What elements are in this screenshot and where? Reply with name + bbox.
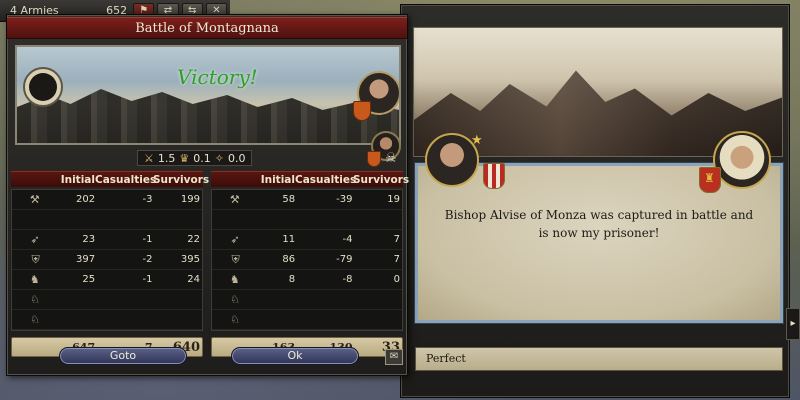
stat-c-value: 0.0 bbox=[227, 151, 246, 165]
defender-table-header: Initial Casualties Survivors bbox=[211, 171, 410, 187]
header-survivors: Survivors bbox=[153, 174, 210, 186]
side-tab-button[interactable]: ▸ bbox=[786, 308, 800, 340]
event-window: Bishop Alvise of Monza was captured in b… bbox=[400, 4, 790, 398]
pikemen-icon: ♞ bbox=[229, 273, 240, 286]
horse-archer-icon: ♘ bbox=[230, 293, 240, 306]
commander-coat-of-arms-icon[interactable] bbox=[353, 101, 371, 121]
table-row: ♞ 25 -1 24 bbox=[12, 270, 202, 290]
table-row bbox=[12, 210, 202, 230]
soldier-silhouettes bbox=[17, 89, 399, 143]
header-initial: Initial bbox=[60, 174, 95, 186]
skull-icon: ☠ bbox=[385, 151, 397, 166]
archer-icon: ➶ bbox=[30, 233, 40, 246]
event-parchment: Bishop Alvise of Monza was captured in b… bbox=[415, 163, 783, 323]
header-casualties: Casualties bbox=[295, 174, 357, 186]
pikemen-icon: ♞ bbox=[29, 273, 40, 286]
knight-icon: ♘ bbox=[230, 313, 240, 326]
crossed-swords-icon: ⚔ bbox=[144, 151, 154, 165]
table-row: ♘ bbox=[212, 290, 402, 310]
attacker-table: Initial Casualties Survivors ⚒ 202 -3 19… bbox=[11, 171, 210, 357]
battle-scene: Victory! bbox=[15, 45, 401, 145]
light-infantry-icon: ⚒ bbox=[29, 193, 40, 206]
captor-coat-of-arms-icon[interactable] bbox=[483, 163, 505, 189]
ok-button[interactable]: Ok bbox=[231, 347, 359, 365]
battle-window: Battle of Montagnana Victory! ☠ ⚔ 1.5 ♛ … bbox=[6, 14, 410, 376]
enemy-coat-of-arms-icon[interactable] bbox=[367, 151, 381, 167]
heavy-infantry-icon: ⛨ bbox=[31, 252, 40, 266]
defender-table: Initial Casualties Survivors ⚒ 58 -39 19… bbox=[211, 171, 410, 357]
horse-archer-icon: ♘ bbox=[30, 293, 40, 306]
prisoner-bishop-portrait[interactable] bbox=[713, 131, 771, 189]
attacker-table-header: Initial Casualties Survivors bbox=[11, 171, 210, 187]
table-row: ⛨ 397 -2 395 bbox=[12, 250, 202, 270]
crown-icon: ♛ bbox=[179, 151, 190, 165]
battle-stats: ⚔ 1.5 ♛ 0.1 ✧ 0.0 bbox=[137, 150, 253, 166]
light-infantry-icon: ⚒ bbox=[229, 193, 240, 206]
table-row: ⚒ 58 -39 19 bbox=[212, 190, 402, 210]
battle-title: Battle of Montagnana bbox=[7, 17, 407, 39]
header-survivors: Survivors bbox=[353, 174, 410, 186]
table-row: ➶ 11 -4 7 bbox=[212, 230, 402, 250]
event-description: Bishop Alvise of Monza was captured in b… bbox=[444, 208, 754, 240]
header-initial: Initial bbox=[260, 174, 295, 186]
attacker-table-body: ⚒ 202 -3 199 ➶ 23 -1 22 ⛨ 397 -2 395 ♞ 2… bbox=[11, 189, 203, 331]
archer-icon: ➶ bbox=[230, 233, 240, 246]
axe-icon: ✧ bbox=[214, 151, 224, 165]
table-row: ♞ 8 -8 0 bbox=[212, 270, 402, 290]
unknown-commander-portrait[interactable] bbox=[23, 67, 63, 107]
table-row: ⚒ 202 -3 199 bbox=[12, 190, 202, 210]
stat-a-value: 1.5 bbox=[157, 151, 176, 165]
table-row: ♘ bbox=[12, 290, 202, 310]
event-option-perfect[interactable]: Perfect bbox=[415, 347, 783, 371]
table-row: ➶ 23 -1 22 bbox=[12, 230, 202, 250]
star-icon: ★ bbox=[471, 133, 483, 148]
heavy-infantry-icon: ⛨ bbox=[231, 252, 240, 266]
goto-button[interactable]: Goto bbox=[59, 347, 187, 365]
header-casualties: Casualties bbox=[95, 174, 157, 186]
table-row: ♘ bbox=[212, 310, 402, 330]
table-row bbox=[212, 210, 402, 230]
battle-result: Victory! bbox=[177, 65, 258, 89]
prisoner-coat-of-arms-icon[interactable] bbox=[699, 167, 721, 193]
stat-b-value: 0.1 bbox=[193, 151, 211, 165]
defender-table-body: ⚒ 58 -39 19 ➶ 11 -4 7 ⛨ 86 -79 7 ♞ 8 -8 … bbox=[211, 189, 403, 331]
mail-icon[interactable]: ✉ bbox=[385, 349, 403, 365]
table-row: ♘ bbox=[12, 310, 202, 330]
knight-icon: ♘ bbox=[30, 313, 40, 326]
table-row: ⛨ 86 -79 7 bbox=[212, 250, 402, 270]
